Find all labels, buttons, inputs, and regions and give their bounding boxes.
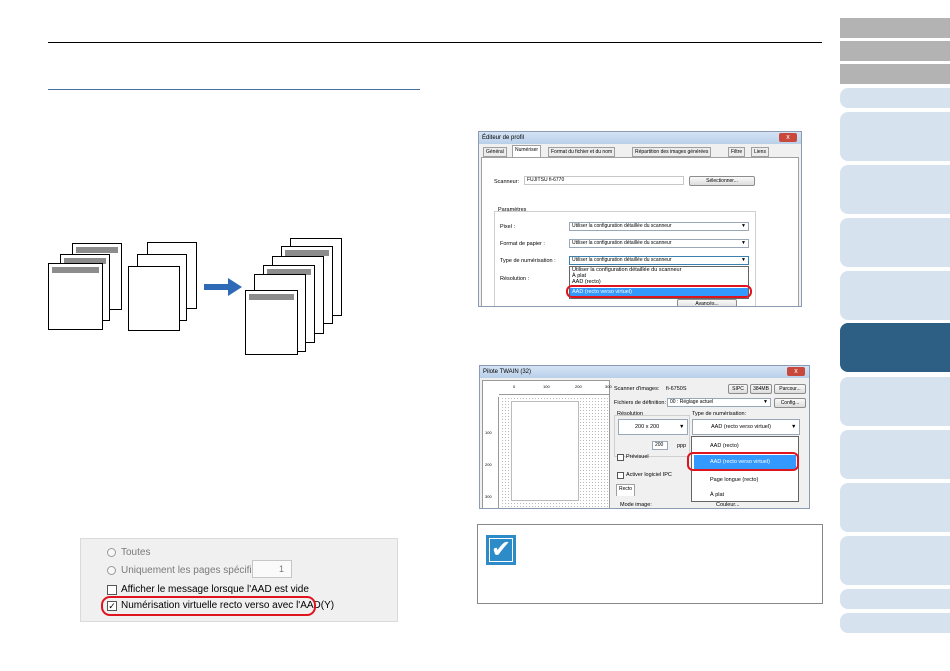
- highlight-oval: [566, 285, 752, 298]
- def-file-label: Fichiers de définition:: [614, 400, 666, 406]
- back-page: [128, 266, 180, 331]
- side-tab-3[interactable]: [840, 64, 950, 84]
- twain-close-button[interactable]: x: [787, 367, 805, 376]
- side-tab-8[interactable]: [840, 271, 950, 320]
- def-file-value: 00 : Réglage actuel: [670, 399, 714, 405]
- dpi-unit: ppp: [677, 443, 687, 449]
- preview-area: 0 100 200 300 100 200 300: [482, 380, 612, 508]
- config-button[interactable]: Config...: [774, 398, 806, 408]
- top-rule: [48, 42, 822, 43]
- profile-editor-window: Éditeur de profil x Général Numériser Fo…: [478, 131, 802, 307]
- memory-button[interactable]: 384MB: [750, 384, 772, 394]
- side-tab-5[interactable]: [840, 112, 950, 161]
- radio-specified[interactable]: [107, 566, 116, 575]
- front-page: [48, 263, 103, 330]
- pixel-combo[interactable]: Utiliser la configuration détaillée du s…: [569, 222, 749, 231]
- tab-file-format[interactable]: Format du fichier et du nom: [548, 147, 616, 157]
- radio-all[interactable]: [107, 548, 116, 557]
- twain-scan-type-label: Type de numérisation:: [692, 411, 747, 417]
- ruler-top: 0 100 200 300: [499, 383, 612, 395]
- preview-page: [511, 401, 579, 501]
- ipc-label: Activer logiciel IPC: [626, 472, 672, 478]
- side-tab-15[interactable]: [840, 613, 950, 633]
- select-scanner-button[interactable]: Sélectionner...: [689, 176, 755, 186]
- tab-general[interactable]: Général: [483, 147, 507, 157]
- side-tab-14[interactable]: [840, 589, 950, 609]
- sipc-button[interactable]: SIPC: [728, 384, 748, 394]
- chevron-down-icon: ▼: [791, 424, 797, 430]
- ipc-checkbox[interactable]: [617, 472, 624, 479]
- scan-type-combo[interactable]: Utiliser la configuration détaillée du s…: [569, 256, 749, 265]
- tab-panel: Scanneur: FUJITSU fi-6770 Sélectionner..…: [481, 157, 799, 306]
- close-button[interactable]: x: [779, 133, 797, 142]
- dropdown-option[interactable]: Utiliser la configuration détaillée du s…: [572, 267, 681, 273]
- show-message-checkbox[interactable]: [107, 585, 117, 595]
- twain-scanner-value: fi-6750S: [666, 386, 687, 392]
- twain-scan-type-combo[interactable]: AAD (recto verso virtuel) ▼: [692, 419, 800, 435]
- resolution-label: Résolution :: [500, 276, 530, 282]
- show-message-label: Afficher le message lorsque l'AAD est vi…: [121, 584, 309, 595]
- preview-label: Prévisuel: [626, 454, 649, 460]
- list-item[interactable]: Page longue (recto): [710, 477, 758, 483]
- checkmark-icon: ✔: [486, 535, 516, 565]
- option-specified-label: Uniquement les pages spécifiées: [121, 565, 268, 576]
- pixel-label: Pixel :: [500, 224, 515, 230]
- side-tab-4[interactable]: [840, 88, 950, 108]
- paper-format-label: Format de papier :: [500, 241, 545, 247]
- twain-window: Pilote TWAIN (32) x 0 100 200 300 100 20…: [479, 365, 810, 509]
- right-arrow-icon: [204, 278, 242, 296]
- twain-scanner-label: Scanner d'images:: [614, 386, 660, 392]
- merged-page: [245, 290, 298, 355]
- section-rule: [48, 89, 420, 90]
- note-box: [477, 524, 823, 604]
- twain-title: Pilote TWAIN (32): [480, 366, 809, 378]
- browse-button[interactable]: Parcour...: [774, 384, 806, 394]
- scan-type-combo-value: Utiliser la configuration détaillée du s…: [572, 257, 672, 263]
- tab-scan[interactable]: Numériser: [512, 145, 542, 157]
- side-tab-10[interactable]: [840, 377, 950, 426]
- side-tab-1[interactable]: [840, 18, 950, 38]
- def-file-combo[interactable]: 00 : Réglage actuel ▼: [667, 398, 771, 407]
- tab-filter[interactable]: Filtre: [728, 147, 746, 157]
- mode-value: Couleur...: [716, 502, 740, 508]
- paper-combo-value: Utiliser la configuration détaillée du s…: [572, 240, 672, 246]
- side-tab-2[interactable]: [840, 41, 950, 61]
- side-tab-11[interactable]: [840, 430, 950, 479]
- advanced-button[interactable]: Avancés...: [677, 299, 737, 306]
- side-tab-7[interactable]: [840, 218, 950, 267]
- side-tab-13[interactable]: [840, 536, 950, 585]
- resolution-value: 200 x 200: [635, 424, 660, 430]
- dpi-field[interactable]: 200: [652, 441, 668, 450]
- side-tab-9-active[interactable]: [840, 323, 950, 372]
- list-item[interactable]: AAD (recto): [710, 443, 739, 449]
- chevron-down-icon: ▼: [679, 424, 685, 430]
- tab-distribution[interactable]: Répartition des images générées: [632, 147, 712, 157]
- preview-checkbox[interactable]: [617, 454, 624, 461]
- page-spinner[interactable]: 1: [252, 560, 292, 578]
- highlight-oval: [101, 596, 316, 616]
- twain-scan-type-value: AAD (recto verso virtuel): [711, 424, 771, 430]
- highlight-oval: [687, 452, 799, 471]
- list-item[interactable]: À plat: [710, 492, 724, 498]
- tab-links[interactable]: Liens: [751, 147, 769, 157]
- resolution-combo[interactable]: 200 x 200 ▼: [618, 419, 688, 435]
- side-tab-12[interactable]: [840, 483, 950, 532]
- paper-format-combo[interactable]: Utiliser la configuration détaillée du s…: [569, 239, 749, 248]
- window-title: Éditeur de profil: [479, 132, 801, 144]
- mode-label: Mode image:: [620, 502, 652, 508]
- ruler-left: 100 200 300: [485, 397, 499, 508]
- scanner-label: Scanneur:: [494, 179, 520, 185]
- tab-recto[interactable]: Recto: [616, 484, 636, 496]
- side-tab-6[interactable]: [840, 165, 950, 214]
- scan-type-label: Type de numérisation :: [500, 258, 556, 264]
- option-all-label: Toutes: [121, 547, 151, 558]
- scanner-field[interactable]: FUJITSU fi-6770: [524, 176, 684, 185]
- pixel-combo-value: Utiliser la configuration détaillée du s…: [572, 223, 672, 229]
